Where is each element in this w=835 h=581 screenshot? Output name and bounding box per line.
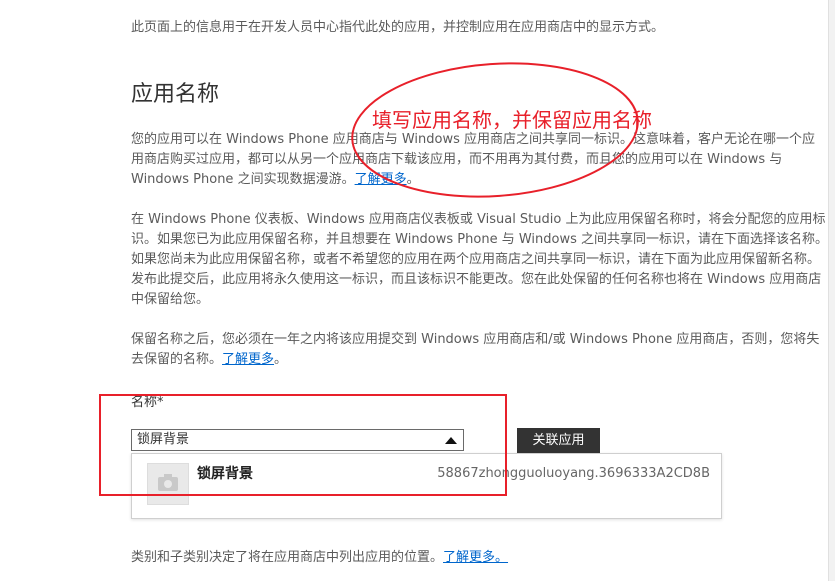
category-description-text: 类别和子类别决定了将在应用商店中列出应用的位置。 bbox=[131, 550, 444, 565]
camera-placeholder-icon bbox=[147, 463, 189, 505]
learn-more-link-1[interactable]: 了解更多 bbox=[355, 172, 407, 187]
dropdown-option-identity: 58867zhongguoluoyang.3696333A2CD8B bbox=[437, 466, 710, 481]
scrollbar[interactable] bbox=[828, 0, 835, 581]
name-field-label: 名称* bbox=[131, 395, 164, 410]
learn-more-link-3[interactable]: 了解更多。 bbox=[443, 550, 508, 565]
period-2: 。 bbox=[274, 352, 288, 367]
annotation-text: 填写应用名称，并保留应用名称 bbox=[372, 108, 652, 132]
period-1: 。 bbox=[406, 172, 420, 187]
associate-app-button[interactable]: 关联应用 bbox=[517, 428, 600, 454]
app-identity-description: 在 Windows Phone 仪表板、Windows 应用商店仪表板或 Vis… bbox=[131, 212, 828, 307]
triangle-up-icon[interactable] bbox=[445, 437, 457, 444]
app-name-combobox[interactable]: 锁屏背景 bbox=[131, 429, 464, 451]
app-name-description: 您的应用可以在 Windows Phone 应用商店与 Windows 应用商店… bbox=[131, 130, 821, 190]
category-description: 类别和子类别决定了将在应用商店中列出应用的位置。了解更多。 bbox=[131, 548, 771, 568]
dropdown-option-name: 锁屏背景 bbox=[197, 466, 253, 482]
reservation-expiry-description: 保留名称之后，您必须在一年之内将该应用提交到 Windows 应用商店和/或 W… bbox=[131, 330, 831, 370]
app-properties-page: 此页面上的信息用于在开发人员中心指代此处的应用，并控制应用在应用商店中的显示方式… bbox=[0, 0, 835, 581]
learn-more-link-2[interactable]: 了解更多 bbox=[222, 352, 274, 367]
app-name-description-text: 您的应用可以在 Windows Phone 应用商店与 Windows 应用商店… bbox=[131, 132, 815, 187]
app-name-dropdown: 锁屏背景 58867zhongguoluoyang.3696333A2CD8B bbox=[131, 453, 722, 519]
app-name-heading: 应用名称 bbox=[131, 82, 220, 107]
app-name-value: 锁屏背景 bbox=[137, 432, 190, 447]
intro-text: 此页面上的信息用于在开发人员中心指代此处的应用，并控制应用在应用商店中的显示方式… bbox=[131, 20, 665, 35]
